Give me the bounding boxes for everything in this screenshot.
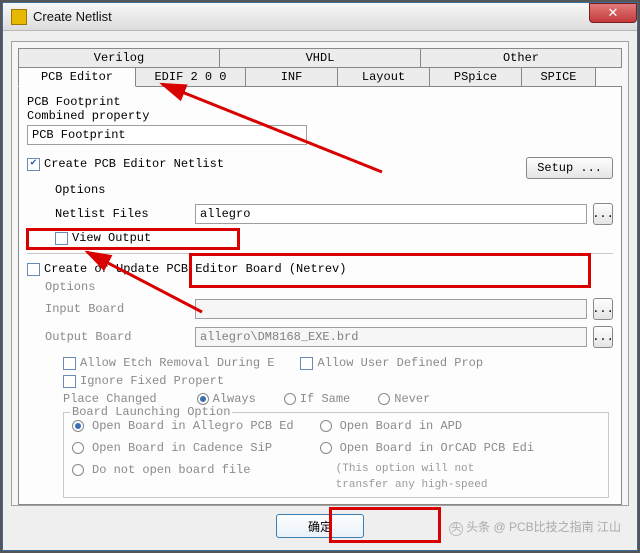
label-open-apd: Open Board in APD <box>340 419 462 433</box>
label-allow-etch: Allow Etch Removal During E <box>80 356 274 370</box>
tab-inf[interactable]: INF <box>246 67 338 87</box>
tab-spice[interactable]: SPICE <box>522 67 596 87</box>
radio-always[interactable] <box>197 393 209 405</box>
tab-edif200[interactable]: EDIF 2 0 0 <box>136 67 246 87</box>
tab-pspice[interactable]: PSpice <box>430 67 522 87</box>
client-area: Verilog VHDL Other PCB Editor EDIF 2 0 0… <box>3 31 637 550</box>
watermark-icon: 头 <box>449 522 463 536</box>
tab-content: PCB Footprint Combined property PCB Foot… <box>18 86 622 505</box>
browse-netlist-files-button[interactable]: ... <box>593 203 613 225</box>
note-2: transfer any high-speed <box>336 479 534 491</box>
browse-output-board-button[interactable]: ... <box>593 326 613 348</box>
app-icon <box>11 9 27 25</box>
label-netlist-files: Netlist Files <box>55 207 195 221</box>
label-open-orcad: Open Board in OrCAD PCB Edi <box>340 441 534 455</box>
label-combined: Combined property <box>27 109 613 123</box>
label-open-allegro: Open Board in Allegro PCB Ed <box>92 419 294 433</box>
close-button[interactable]: ✕ <box>589 3 637 23</box>
label-view-output: View Output <box>72 231 151 245</box>
input-netlist-files[interactable]: allegro <box>195 204 587 224</box>
label-board-launching: Board Launching Option <box>70 405 232 419</box>
radio-open-apd[interactable] <box>320 420 332 432</box>
tab-pcb-editor[interactable]: PCB Editor <box>18 67 136 87</box>
checkbox-allow-etch[interactable] <box>63 357 76 370</box>
input-input-board <box>195 299 587 319</box>
label-do-not-open: Do not open board file <box>92 463 250 477</box>
label-update-board: Create or Update PCB Editor Board (Netre… <box>44 262 346 276</box>
tab-host: Verilog VHDL Other PCB Editor EDIF 2 0 0… <box>11 41 629 506</box>
footer: 确定 头头条 @ PCB比技之指南 江山 <box>11 506 629 546</box>
label-if-same: If Same <box>300 392 350 406</box>
checkbox-ignore-fixed[interactable] <box>63 375 76 388</box>
ok-button[interactable]: 确定 <box>276 514 364 538</box>
radio-open-allegro[interactable] <box>72 420 84 432</box>
label-input-board: Input Board <box>45 302 195 316</box>
radio-if-same[interactable] <box>284 393 296 405</box>
label-footprint: PCB Footprint <box>27 95 613 109</box>
radio-open-cadence[interactable] <box>72 442 84 454</box>
tab-verilog[interactable]: Verilog <box>18 48 220 68</box>
tab-row-top: Verilog VHDL Other <box>18 48 622 68</box>
watermark: 头头条 @ PCB比技之指南 江山 <box>446 518 621 536</box>
checkbox-allow-user[interactable] <box>300 357 313 370</box>
label-ignore-fixed: Ignore Fixed Propert <box>80 374 224 388</box>
browse-input-board-button[interactable]: ... <box>593 298 613 320</box>
label-open-cadence: Open Board in Cadence SiP <box>92 441 272 455</box>
titlebar: Create Netlist ✕ <box>3 3 637 31</box>
input-footprint[interactable]: PCB Footprint <box>27 125 307 145</box>
radio-do-not-open[interactable] <box>72 464 84 476</box>
label-place-changed: Place Changed <box>63 392 157 406</box>
window: Create Netlist ✕ Verilog VHDL Other PCB … <box>2 2 638 551</box>
label-always: Always <box>213 392 256 406</box>
tab-other[interactable]: Other <box>421 48 622 68</box>
label-create-netlist: Create PCB Editor Netlist <box>44 157 224 171</box>
radio-open-orcad[interactable] <box>320 442 332 454</box>
label-update-options: Options <box>45 280 613 294</box>
input-output-board: allegro\DM8168_EXE.brd <box>195 327 587 347</box>
setup-button[interactable]: Setup ... <box>526 157 613 179</box>
checkbox-view-output[interactable] <box>55 232 68 245</box>
note-1: (This option will not <box>336 463 534 475</box>
label-allow-user: Allow User Defined Prop <box>317 356 483 370</box>
tab-row-bottom: PCB Editor EDIF 2 0 0 INF Layout PSpice … <box>18 67 622 87</box>
label-never: Never <box>394 392 430 406</box>
window-title: Create Netlist <box>33 9 112 24</box>
label-output-board: Output Board <box>45 330 195 344</box>
label-create-options: Options <box>55 183 613 197</box>
tab-vhdl[interactable]: VHDL <box>220 48 421 68</box>
checkbox-update-board[interactable] <box>27 263 40 276</box>
checkbox-create-netlist[interactable] <box>27 158 40 171</box>
radio-never[interactable] <box>378 393 390 405</box>
tab-layout[interactable]: Layout <box>338 67 430 87</box>
